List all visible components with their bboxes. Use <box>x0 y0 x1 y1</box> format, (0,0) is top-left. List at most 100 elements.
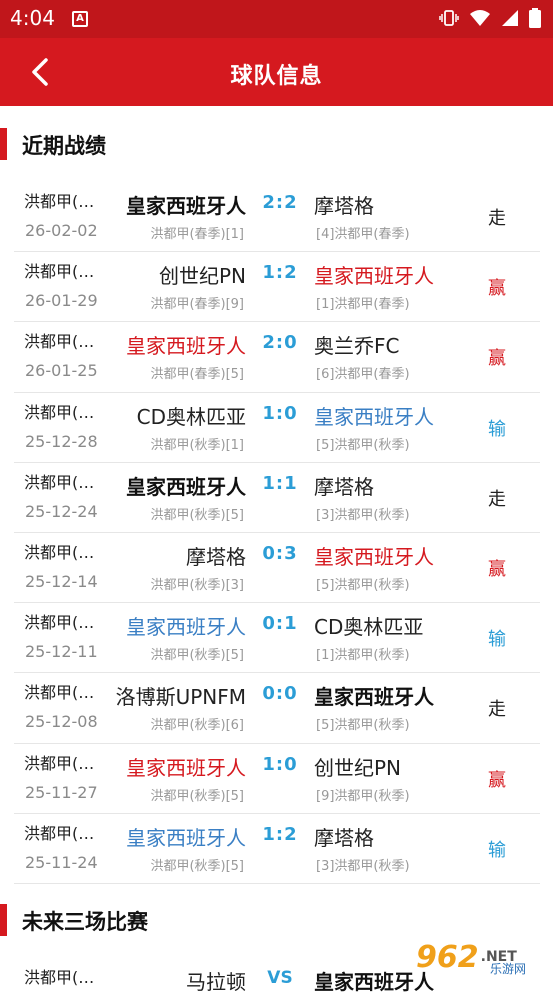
home-team: 创世纪PN <box>158 264 246 289</box>
recent-section-title: 近期战绩 <box>22 134 106 158</box>
home-team: 洛博斯UPNFM <box>115 685 246 710</box>
match-date: 25-12-28 <box>25 431 98 451</box>
match-row[interactable]: 洪都甲(… 25-12-08 洛博斯UPNFM 洪都甲(秋季)[6] 0:0 皇家西班牙人… <box>14 673 540 744</box>
match-score: 2:0 <box>262 332 298 354</box>
match-date: 25-12-11 <box>25 642 98 662</box>
home-team-rank: 洪都甲(秋季)[6] <box>150 718 244 734</box>
match-league: 洪都甲(… <box>24 192 95 211</box>
match-row[interactable]: 洪都甲(… 25-11-27 皇家西班牙人 洪都甲(秋季)[5] 1:0 创世纪PN [9]… <box>14 744 540 814</box>
home-team: 摩塔格 <box>186 544 246 569</box>
away-team-rank: [5]洪都甲(秋季) <box>316 437 410 453</box>
home-team-rank: 洪都甲(秋季)[5] <box>150 507 244 523</box>
home-team: 皇家西班牙人 <box>126 334 246 359</box>
away-team-rank: [4]洪都甲(春季) <box>316 227 410 242</box>
match-score: 0:0 <box>262 683 298 705</box>
match-result: 赢 <box>488 558 506 580</box>
away-team: CD奥林匹亚 <box>314 615 424 640</box>
away-team-rank: [5]洪都甲(秋季) <box>316 718 410 734</box>
away-team: 奥兰乔FC <box>314 334 400 359</box>
match-row[interactable]: 洪都甲(… 26-01-29 创世纪PN 洪都甲(春季)[9] 1:2 皇家西班牙人 [1]… <box>14 252 540 323</box>
away-team: 皇家西班牙人 <box>314 404 434 429</box>
battery-icon <box>529 8 541 28</box>
away-team-rank: [1]洪都甲(秋季) <box>316 648 410 664</box>
app-bar: 球队信息 <box>0 38 553 106</box>
section-accent-bar <box>0 128 7 160</box>
away-team: 摩塔格 <box>314 194 374 218</box>
wifi-icon <box>470 10 490 26</box>
section-accent-bar <box>0 904 7 936</box>
match-row[interactable]: 洪都甲(… 26-02-02 皇家西班牙人 洪都甲(春季)[1] 2:2 摩塔格 [4]洪都… <box>14 182 540 253</box>
match-result: 走 <box>488 699 506 721</box>
watermark-logo: 962 .NET 乐游网 <box>416 932 546 982</box>
match-date: 26-01-29 <box>25 291 98 311</box>
match-date: 25-11-24 <box>25 852 98 872</box>
home-team: 皇家西班牙人 <box>126 615 246 640</box>
match-result: 赢 <box>488 769 506 791</box>
match-score: 0:1 <box>262 613 298 635</box>
match-league: 洪都甲(… <box>24 262 95 282</box>
home-team: 皇家西班牙人 <box>126 194 246 218</box>
match-date: 25-12-14 <box>25 571 98 591</box>
page-title: 球队信息 <box>230 64 323 89</box>
home-team-rank: 洪都甲(春季)[5] <box>150 367 244 383</box>
match-result: 输 <box>488 839 506 861</box>
match-score: 1:2 <box>262 823 298 845</box>
home-team-rank: 洪都甲(春季)[1] <box>150 227 244 242</box>
home-team: 皇家西班牙人 <box>126 825 246 850</box>
watermark-962: 962 <box>416 939 479 975</box>
recent-match-list: 洪都甲(… 26-02-02 皇家西班牙人 洪都甲(春季)[1] 2:2 摩塔格 [4]洪都… <box>14 182 540 884</box>
watermark-sub: 乐游网 <box>490 962 527 976</box>
match-league: 洪都甲(… <box>24 402 95 422</box>
match-row[interactable]: 洪都甲(… 25-12-28 CD奥林匹亚洪都甲(秋季)[1] 1:0 皇家西班牙人 [5… <box>14 393 540 463</box>
home-team-rank: 洪都甲(春季)[9] <box>150 297 244 313</box>
match-result: 输 <box>488 629 506 651</box>
future-section-title: 未来三场比赛 <box>22 910 148 934</box>
match-result: 赢 <box>488 348 506 370</box>
match-row[interactable]: 洪都甲(… 25-12-24 皇家西班牙人洪都甲(秋季)[5] 1:1 摩塔格 [3]洪都… <box>14 463 540 533</box>
match-date: 26-01-25 <box>25 361 98 381</box>
match-score: 1:1 <box>262 472 298 494</box>
match-date: 25-12-08 <box>25 712 98 732</box>
match-league: 洪都甲(… <box>24 753 95 773</box>
match-league: 洪都甲(… <box>24 542 95 562</box>
away-team-rank: [3]洪都甲(秋季) <box>316 507 410 523</box>
match-score: 1:0 <box>262 753 298 775</box>
match-league: 洪都甲(… <box>24 823 95 843</box>
status-time: 4:04 <box>10 6 55 30</box>
match-result: 赢 <box>488 278 506 300</box>
vs-label: VS <box>267 968 293 988</box>
home-team-rank: 洪都甲(秋季)[1] <box>150 437 244 453</box>
away-team: 皇家西班牙人 <box>314 685 434 710</box>
match-row[interactable]: 洪都甲(… 25-12-14 摩塔格 洪都甲(秋季)[3] 0:3 皇家西班牙人 [5]洪都… <box>14 533 540 604</box>
away-team-rank: [3]洪都甲(秋季) <box>316 858 410 874</box>
match-row[interactable]: 洪都甲(… 25-11-24 皇家西班牙人 洪都甲(秋季)[5] 1:2 摩塔格 [3]洪都… <box>14 814 540 884</box>
match-date: 25-12-24 <box>25 501 98 521</box>
away-team: 皇家西班牙人 <box>314 264 434 289</box>
away-team-rank: [6]洪都甲(春季) <box>316 367 410 383</box>
match-result: 走 <box>488 488 506 510</box>
match-score: 2:2 <box>262 192 298 213</box>
home-team-rank: 洪都甲(秋季)[5] <box>150 648 244 664</box>
recent-section-header: 近期战绩 <box>0 128 553 160</box>
status-icons <box>439 8 541 28</box>
notification-a-icon: A <box>72 11 88 27</box>
away-team-rank: [1]洪都甲(春季) <box>316 297 410 313</box>
home-team: 皇家西班牙人 <box>126 474 246 499</box>
away-team: 摩塔格 <box>314 474 374 499</box>
match-result: 输 <box>488 418 506 440</box>
match-league: 洪都甲(… <box>24 683 95 703</box>
away-team: 皇家西班牙人 <box>314 544 434 569</box>
match-row[interactable]: 洪都甲(… 26-01-25 皇家西班牙人 洪都甲(春季)[5] 2:0 奥兰乔FC [6]… <box>14 322 540 393</box>
match-result: 走 <box>488 208 506 229</box>
future-home-team: 马拉顿 <box>186 970 246 994</box>
home-team-rank: 洪都甲(秋季)[3] <box>150 577 244 593</box>
away-team-rank: [9]洪都甲(秋季) <box>316 788 410 804</box>
match-row[interactable]: 洪都甲(… 25-12-11 皇家西班牙人洪都甲(秋季)[5] 0:1 CD奥林匹亚 [1… <box>14 603 540 674</box>
match-score: 1:0 <box>262 402 298 424</box>
away-team: 创世纪PN <box>314 755 402 780</box>
match-league: 洪都甲(… <box>24 613 95 633</box>
home-team: CD奥林匹亚 <box>136 404 246 429</box>
match-league: 洪都甲(… <box>24 472 95 492</box>
status-bar: 4:04 A <box>0 0 553 38</box>
home-team-rank: 洪都甲(秋季)[5] <box>150 788 244 804</box>
